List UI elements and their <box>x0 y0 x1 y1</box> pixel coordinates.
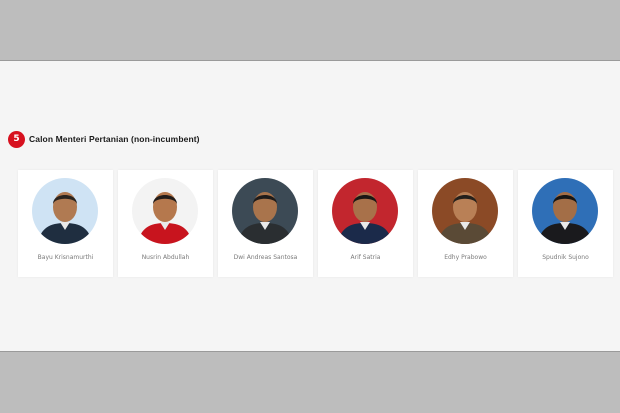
portrait-image <box>132 178 198 244</box>
top-gray-band <box>0 0 620 60</box>
candidate-name: Arif Satria <box>350 254 381 261</box>
portrait-image <box>532 178 598 244</box>
candidate-photo[interactable] <box>332 178 398 244</box>
portrait-image <box>432 178 498 244</box>
candidate-photo[interactable] <box>132 178 198 244</box>
candidate-card-4[interactable]: Arif Satria <box>318 170 413 277</box>
candidate-name: Edhy Prabowo <box>444 254 487 261</box>
portrait-image <box>232 178 298 244</box>
portrait-image <box>32 178 98 244</box>
section-number-badge: 5 <box>8 130 25 148</box>
candidate-name: Dwi Andreas Santosa <box>233 254 298 261</box>
candidate-name: Nusrin Abdullah <box>141 254 190 261</box>
candidate-card-3[interactable]: Dwi Andreas Santosa <box>218 170 313 277</box>
candidate-name: Spudnik Sujono <box>542 254 589 261</box>
candidate-name: Bayu Krisnamurthi <box>37 254 94 261</box>
section-heading: 5 Calon Menteri Pertanian (non-incumbent… <box>8 130 200 148</box>
candidate-card-5[interactable]: Edhy Prabowo <box>418 170 513 277</box>
candidate-photo[interactable] <box>532 178 598 244</box>
bottom-gray-band <box>0 352 620 413</box>
candidate-card-1[interactable]: Bayu Krisnamurthi <box>18 170 113 277</box>
section-title: Calon Menteri Pertanian (non-incumbent) <box>29 134 200 144</box>
candidate-cards: Bayu Krisnamurthi Nusrin Abdullah Dwi An… <box>18 170 614 277</box>
candidate-photo[interactable] <box>432 178 498 244</box>
candidate-card-6[interactable]: Spudnik Sujono <box>518 170 613 277</box>
portrait-image <box>332 178 398 244</box>
candidate-photo[interactable] <box>232 178 298 244</box>
candidate-card-2[interactable]: Nusrin Abdullah <box>118 170 213 277</box>
candidate-photo[interactable] <box>32 178 98 244</box>
